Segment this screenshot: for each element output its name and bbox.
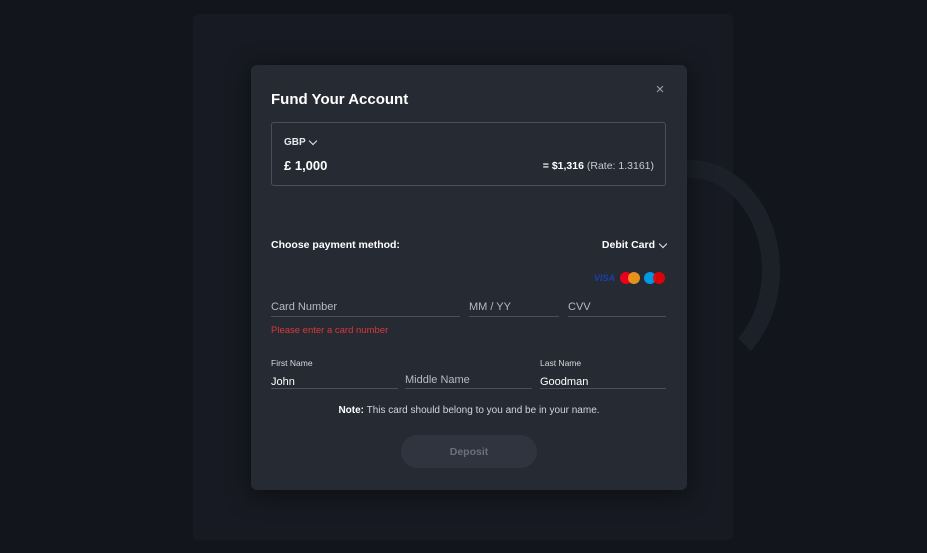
note-label: Note: <box>338 405 365 416</box>
exchange-rate: (Rate: 1.3161) <box>586 160 654 172</box>
mastercard-icon <box>620 271 640 285</box>
payment-method-select[interactable]: Debit Card <box>601 239 668 251</box>
conversion-text: = $1,316 (Rate: 1.3161) <box>543 160 654 172</box>
cvv-field <box>568 297 666 317</box>
visa-icon: VISA <box>594 273 616 283</box>
first-name-field <box>271 372 398 389</box>
last-name-label: Last Name <box>540 358 582 368</box>
maestro-icon <box>644 271 666 285</box>
ownership-note: Note: This card should belong to you and… <box>251 405 687 416</box>
close-icon[interactable]: × <box>653 82 667 97</box>
amount-box: GBP £ 1,000 = $1,316 (Rate: 1.3161) <box>271 122 666 186</box>
card-number-input[interactable] <box>271 301 460 313</box>
payment-method-value: Debit Card <box>601 239 655 251</box>
fund-account-modal: × Fund Your Account GBP £ 1,000 = $1,316… <box>251 65 687 490</box>
chevron-down-icon <box>308 136 317 146</box>
chevron-down-icon <box>658 239 668 248</box>
card-number-error: Please enter a card number <box>271 325 389 336</box>
card-number-field <box>271 297 460 317</box>
card-logos: VISA <box>594 271 666 285</box>
first-name-input[interactable] <box>271 376 398 388</box>
deposit-button[interactable]: Deposit <box>401 435 537 468</box>
middle-name-input[interactable] <box>405 374 532 386</box>
converted-amount: = $1,316 <box>542 160 584 172</box>
modal-title: Fund Your Account <box>271 91 409 108</box>
amount-input[interactable]: £ 1,000 <box>284 158 327 173</box>
middle-name-field <box>405 370 532 389</box>
first-name-label: First Name <box>271 358 313 368</box>
currency-label: GBP <box>284 137 306 148</box>
payment-method-label: Choose payment method: <box>271 239 400 251</box>
last-name-field <box>540 372 666 389</box>
cvv-input[interactable] <box>568 301 666 313</box>
currency-select[interactable]: GBP <box>284 136 317 148</box>
note-text: This card should belong to you and be in… <box>364 405 600 416</box>
expiry-input[interactable] <box>469 301 559 313</box>
last-name-input[interactable] <box>540 376 666 388</box>
expiry-field <box>469 297 559 317</box>
